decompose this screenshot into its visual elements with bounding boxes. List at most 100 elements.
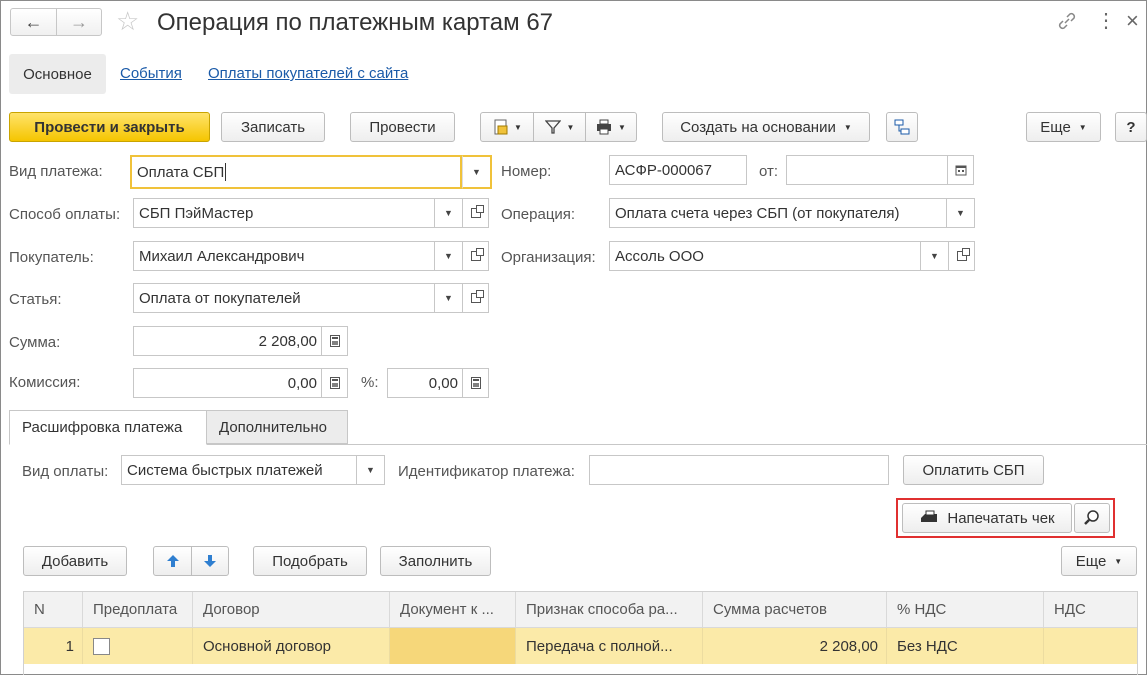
tab-main[interactable]: Основное xyxy=(9,54,106,94)
create-based-on-button[interactable]: Создать на основании ▼ xyxy=(662,112,870,142)
column-header[interactable]: N xyxy=(24,592,83,628)
organization-open-button[interactable] xyxy=(949,241,975,271)
article-field[interactable]: Оплата от покупателей xyxy=(133,283,435,313)
move-up-button[interactable] xyxy=(154,547,192,575)
post-button[interactable]: Провести xyxy=(350,112,455,142)
method-field[interactable]: СБП ПэйМастер xyxy=(133,198,435,228)
article-dropdown[interactable]: ▼ xyxy=(435,283,463,313)
table-cell-n[interactable]: 1 xyxy=(24,628,83,664)
prepay-checkbox[interactable] xyxy=(93,637,110,655)
add-row-label: Добавить xyxy=(41,552,109,570)
organization-dropdown[interactable]: ▼ xyxy=(921,241,949,271)
chevron-down-icon: ▼ xyxy=(444,293,453,303)
buyer-field[interactable]: Михаил Александрович xyxy=(133,241,435,271)
favorite-star-icon[interactable]: ☆ xyxy=(116,7,139,35)
table-cell-method[interactable]: Передача с полной... xyxy=(516,628,703,664)
column-header[interactable]: % НДС xyxy=(887,592,1044,628)
tab-events[interactable]: События xyxy=(120,65,182,82)
date-field[interactable] xyxy=(786,155,948,185)
chevron-down-icon: ▼ xyxy=(618,122,626,132)
percent-field[interactable]: 0,00 xyxy=(387,368,463,398)
calculator-icon xyxy=(329,377,340,389)
organization-field[interactable]: Ассоль ООО xyxy=(609,241,921,271)
table-more-label: Еще xyxy=(1075,552,1107,570)
payment-type-field[interactable]: Оплата СБП xyxy=(130,155,462,189)
tab-main-label: Основное xyxy=(23,65,92,83)
column-header[interactable]: Договор xyxy=(193,592,390,628)
commission-label: Комиссия: xyxy=(9,374,81,391)
table-cell-prepay[interactable] xyxy=(83,628,193,664)
number-label: Номер: xyxy=(501,163,552,180)
method-open-button[interactable] xyxy=(463,198,489,228)
column-header[interactable]: Сумма расчетов xyxy=(703,592,887,628)
commission-field[interactable]: 0,00 xyxy=(133,368,322,398)
chevron-down-icon: ▼ xyxy=(366,465,375,475)
fill-label: Заполнить xyxy=(398,552,473,570)
preview-receipt-button[interactable] xyxy=(1074,503,1110,533)
table-more-button[interactable]: Еще ▼ xyxy=(1061,546,1137,576)
sum-value: 2 208,00 xyxy=(258,332,317,350)
payment-type-dropdown[interactable]: ▼ xyxy=(462,155,492,189)
table-cell-amount[interactable]: 2 208,00 xyxy=(703,628,887,664)
article-value: Оплата от покупателей xyxy=(139,289,301,307)
number-field[interactable]: АСФР-000067 xyxy=(609,155,747,185)
article-open-button[interactable] xyxy=(463,283,489,313)
save-button[interactable]: Записать xyxy=(221,112,325,142)
tab-payment-breakdown[interactable]: Расшифровка платежа xyxy=(9,410,207,445)
column-header[interactable]: Документ к ... xyxy=(390,592,516,628)
sum-field[interactable]: 2 208,00 xyxy=(133,326,322,356)
method-dropdown[interactable]: ▼ xyxy=(435,198,463,228)
move-down-button[interactable] xyxy=(192,547,228,575)
post-and-close-button[interactable]: Провести и закрыть xyxy=(9,112,210,142)
operation-field[interactable]: Оплата счета через СБП (от покупателя) xyxy=(609,198,947,228)
column-header[interactable]: НДС xyxy=(1044,592,1137,628)
table-cell-contract[interactable]: Основной договор xyxy=(193,628,390,664)
method-sign-value: Передача с полной... xyxy=(526,637,673,655)
commission-value: 0,00 xyxy=(287,374,317,392)
more-label: Еще xyxy=(1040,118,1071,136)
forward-button[interactable]: → xyxy=(57,9,101,35)
percent-calculator-button[interactable] xyxy=(463,368,489,398)
organization-value: Ассоль ООО xyxy=(615,247,704,265)
more-vertical-icon[interactable]: ⋮ xyxy=(1096,10,1116,32)
add-row-button[interactable]: Добавить xyxy=(23,546,127,576)
operation-dropdown[interactable]: ▼ xyxy=(947,198,975,228)
link-icon[interactable] xyxy=(1056,10,1078,32)
commission-calculator-button[interactable] xyxy=(322,368,348,398)
column-header[interactable]: Признак способа ра... xyxy=(516,592,703,628)
structure-button[interactable] xyxy=(886,112,918,142)
document-menu-button[interactable]: ▼ xyxy=(481,113,534,141)
buyer-dropdown[interactable]: ▼ xyxy=(435,241,463,271)
close-icon[interactable]: × xyxy=(1126,8,1139,34)
chevron-down-icon: ▼ xyxy=(444,251,453,261)
fill-button[interactable]: Заполнить xyxy=(380,546,491,576)
pick-label: Подобрать xyxy=(272,552,348,570)
sum-calculator-button[interactable] xyxy=(322,326,348,356)
tab-additional[interactable]: Дополнительно xyxy=(207,410,348,444)
buyer-open-button[interactable] xyxy=(463,241,489,271)
table-cell-vat[interactable] xyxy=(1044,628,1137,664)
pay-kind-label: Вид оплаты: xyxy=(22,463,109,480)
back-button[interactable]: ← xyxy=(11,9,57,35)
print-receipt-button[interactable]: Напечатать чек xyxy=(902,503,1072,533)
table-cell-vat-rate[interactable]: Без НДС xyxy=(887,628,1044,664)
pick-button[interactable]: Подобрать xyxy=(253,546,367,576)
nav-buttons: ← → xyxy=(10,8,102,36)
table-cell-document[interactable] xyxy=(390,628,516,664)
pay-kind-field[interactable]: Система быстрых платежей xyxy=(121,455,357,485)
more-button[interactable]: Еще ▼ xyxy=(1026,112,1101,142)
column-header[interactable]: Предоплата xyxy=(83,592,193,628)
buyer-label: Покупатель: xyxy=(9,249,94,266)
row-number: 1 xyxy=(65,637,74,655)
icon-button-group: ▼ ▼ ▼ xyxy=(480,112,637,142)
payment-id-field[interactable] xyxy=(589,455,889,485)
calendar-button[interactable] xyxy=(948,155,974,185)
chevron-down-icon: ▼ xyxy=(956,208,965,218)
filter-menu-button[interactable]: ▼ xyxy=(534,113,586,141)
help-button[interactable]: ? xyxy=(1115,112,1147,142)
print-menu-button[interactable]: ▼ xyxy=(586,113,636,141)
pay-kind-dropdown[interactable]: ▼ xyxy=(357,455,385,485)
tab-site-payments[interactable]: Оплаты покупателей с сайта xyxy=(208,65,408,82)
pay-sbp-button[interactable]: Оплатить СБП xyxy=(903,455,1044,485)
column-header-label: % НДС xyxy=(897,601,947,618)
